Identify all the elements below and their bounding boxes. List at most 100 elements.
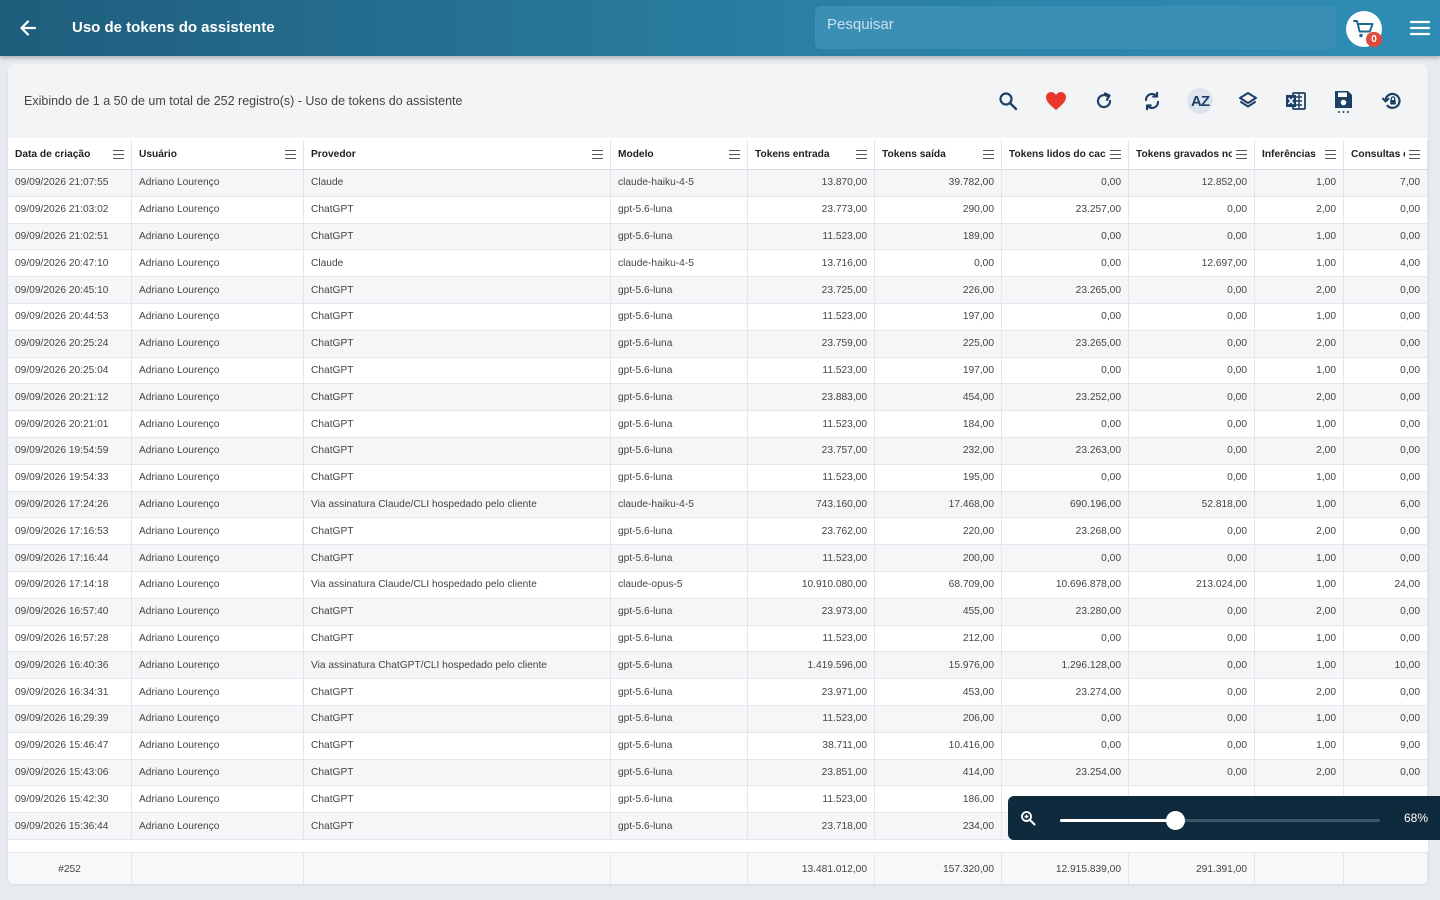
cell-queries: 0,00 <box>1344 518 1428 545</box>
table-row[interactable]: 09/09/2026 21:02:51 Adriano Lourenço ChatG… <box>8 223 1428 251</box>
cell-queries: 4,00 <box>1344 250 1428 277</box>
cell-tokens-cache-read: 10.696.878,00 <box>1002 571 1129 598</box>
column-menu-icon[interactable] <box>113 150 124 159</box>
column-menu-icon[interactable] <box>1325 150 1336 159</box>
table-row[interactable]: 09/09/2026 20:21:12 Adriano Lourenço ChatG… <box>8 384 1428 412</box>
cell-inferences: 2,00 <box>1255 518 1344 545</box>
table-row[interactable]: 09/09/2026 21:07:55 Adriano Lourenço Claud… <box>8 170 1428 197</box>
cell-tokens-out: 414,00 <box>875 759 1002 786</box>
column-menu-icon[interactable] <box>1110 150 1121 159</box>
back-button[interactable] <box>12 12 44 44</box>
cell-created-date: 09/09/2026 16:29:39 <box>8 705 132 732</box>
table-row[interactable]: 09/09/2026 17:16:44 Adriano Lourenço ChatG… <box>8 545 1428 572</box>
table-row[interactable]: 09/09/2026 16:40:36 Adriano Lourenço Via a… <box>8 652 1428 680</box>
cell-user: Adriano Lourenço <box>132 277 304 303</box>
column-header-queries[interactable]: Consultas de ... <box>1344 140 1428 169</box>
table-row[interactable]: 09/09/2026 17:24:26 Adriano Lourenço Via a… <box>8 491 1428 519</box>
cell-user: Adriano Lourenço <box>132 384 304 411</box>
cell-model: gpt-5.6-luna <box>611 357 748 384</box>
sync-button[interactable] <box>1136 85 1168 117</box>
cell-inferences: 2,00 <box>1255 277 1344 303</box>
column-menu-icon[interactable] <box>1409 150 1420 159</box>
column-menu-icon[interactable] <box>983 150 994 159</box>
column-menu-icon[interactable] <box>729 150 740 159</box>
summary-cell-created-date: #252 <box>8 853 132 884</box>
top-bar: Uso de tokens do assistente 0 <box>0 0 1440 56</box>
cell-queries: 0,00 <box>1344 705 1428 732</box>
table-row[interactable]: 09/09/2026 21:03:02 Adriano Lourenço ChatG… <box>8 196 1428 224</box>
refresh-button[interactable] <box>1088 85 1120 117</box>
cell-tokens-out: 68.709,00 <box>875 571 1002 598</box>
cell-tokens-cache-written: 0,00 <box>1129 277 1255 303</box>
column-menu-icon[interactable] <box>592 150 603 159</box>
cell-tokens-in: 23.971,00 <box>748 679 875 705</box>
cell-tokens-cache-read: 0,00 <box>1002 357 1129 384</box>
cell-tokens-cache-read: 23.252,00 <box>1002 384 1129 411</box>
cell-provider: Claude <box>304 250 611 277</box>
cell-tokens-in: 13.716,00 <box>748 250 875 277</box>
table-row[interactable]: 09/09/2026 20:47:10 Adriano Lourenço Claud… <box>8 250 1428 278</box>
cell-tokens-cache-read: 23.254,00 <box>1002 759 1129 786</box>
table-row[interactable]: 09/09/2026 17:16:53 Adriano Lourenço ChatG… <box>8 518 1428 546</box>
table-row[interactable]: 09/09/2026 17:14:18 Adriano Lourenço Via a… <box>8 571 1428 599</box>
cell-user: Adriano Lourenço <box>132 330 304 357</box>
cell-model: gpt-5.6-luna <box>611 679 748 705</box>
table-row[interactable]: 09/09/2026 16:57:40 Adriano Lourenço ChatG… <box>8 598 1428 626</box>
cell-tokens-cache-read: 0,00 <box>1002 545 1129 571</box>
column-header-tokens-cache-read[interactable]: Tokens lidos do cache <box>1002 140 1129 169</box>
table-row[interactable]: 09/09/2026 15:43:06 Adriano Lourenço ChatG… <box>8 759 1428 787</box>
table-row[interactable]: 09/09/2026 20:45:10 Adriano Lourenço ChatG… <box>8 277 1428 304</box>
save-button[interactable] <box>1328 85 1360 117</box>
table-row[interactable]: 09/09/2026 19:54:33 Adriano Lourenço ChatG… <box>8 464 1428 492</box>
cell-tokens-in: 11.523,00 <box>748 705 875 732</box>
cell-model: gpt-5.6-luna <box>611 732 748 759</box>
search-box[interactable] <box>815 6 1336 49</box>
column-menu-icon[interactable] <box>856 150 867 159</box>
table-row[interactable]: 09/09/2026 20:44:53 Adriano Lourenço ChatG… <box>8 303 1428 331</box>
cell-tokens-in: 23.757,00 <box>748 437 875 464</box>
table-row[interactable]: 09/09/2026 16:34:31 Adriano Lourenço ChatG… <box>8 679 1428 706</box>
table-row[interactable]: 09/09/2026 16:57:28 Adriano Lourenço ChatG… <box>8 625 1428 653</box>
cell-user: Adriano Lourenço <box>132 223 304 250</box>
cell-user: Adriano Lourenço <box>132 625 304 652</box>
cell-user: Adriano Lourenço <box>132 196 304 223</box>
table-row[interactable]: 09/09/2026 16:29:39 Adriano Lourenço ChatG… <box>8 705 1428 733</box>
column-header-tokens-in[interactable]: Tokens entrada <box>748 140 875 169</box>
cell-inferences: 1,00 <box>1255 625 1344 652</box>
column-header-tokens-cache-written[interactable]: Tokens gravados no c... <box>1129 140 1255 169</box>
cart-count-badge: 0 <box>1366 32 1382 47</box>
cell-inferences: 2,00 <box>1255 437 1344 464</box>
cell-provider: ChatGPT <box>304 518 611 545</box>
cell-tokens-cache-written: 0,00 <box>1129 545 1255 571</box>
restore-button[interactable] <box>1376 85 1408 117</box>
grid-summary-row: #252 13.481.012,00 157.320,00 12.915.839,00… <box>8 852 1428 884</box>
sort-az-button[interactable]: AZ <box>1184 85 1216 117</box>
zoom-slider-track[interactable] <box>1060 811 1380 830</box>
search-tool-button[interactable] <box>992 85 1024 117</box>
table-row[interactable]: 09/09/2026 20:21:01 Adriano Lourenço ChatG… <box>8 411 1428 438</box>
table-row[interactable]: 09/09/2026 15:46:47 Adriano Lourenço ChatG… <box>8 732 1428 760</box>
cell-tokens-in: 743.160,00 <box>748 491 875 518</box>
column-header-created-date[interactable]: Data de criação <box>8 140 132 169</box>
cell-tokens-out: 195,00 <box>875 464 1002 491</box>
cell-tokens-out: 10.416,00 <box>875 732 1002 759</box>
search-input[interactable] <box>815 6 1336 49</box>
column-header-user[interactable]: Usuário <box>132 140 304 169</box>
excel-export-button[interactable] <box>1280 85 1312 117</box>
favorite-button[interactable] <box>1040 85 1072 117</box>
zoom-slider-thumb[interactable] <box>1166 811 1186 830</box>
table-row[interactable]: 09/09/2026 19:54:59 Adriano Lourenço ChatG… <box>8 437 1428 465</box>
table-row[interactable]: 09/09/2026 20:25:24 Adriano Lourenço ChatG… <box>8 330 1428 358</box>
column-menu-icon[interactable] <box>285 150 296 159</box>
layers-button[interactable] <box>1232 85 1264 117</box>
column-header-model[interactable]: Modelo <box>611 140 748 169</box>
column-header-inferences[interactable]: Inferências <box>1255 140 1344 169</box>
column-header-provider[interactable]: Provedor <box>304 140 611 169</box>
zoom-control: 68% <box>1008 796 1440 840</box>
column-menu-icon[interactable] <box>1236 150 1247 159</box>
hamburger-menu-button[interactable] <box>1406 16 1434 40</box>
table-row[interactable]: 09/09/2026 20:25:04 Adriano Lourenço ChatG… <box>8 357 1428 385</box>
column-header-tokens-out[interactable]: Tokens saída <box>875 140 1002 169</box>
cell-tokens-cache-written: 0,00 <box>1129 518 1255 545</box>
cell-queries: 0,00 <box>1344 411 1428 437</box>
